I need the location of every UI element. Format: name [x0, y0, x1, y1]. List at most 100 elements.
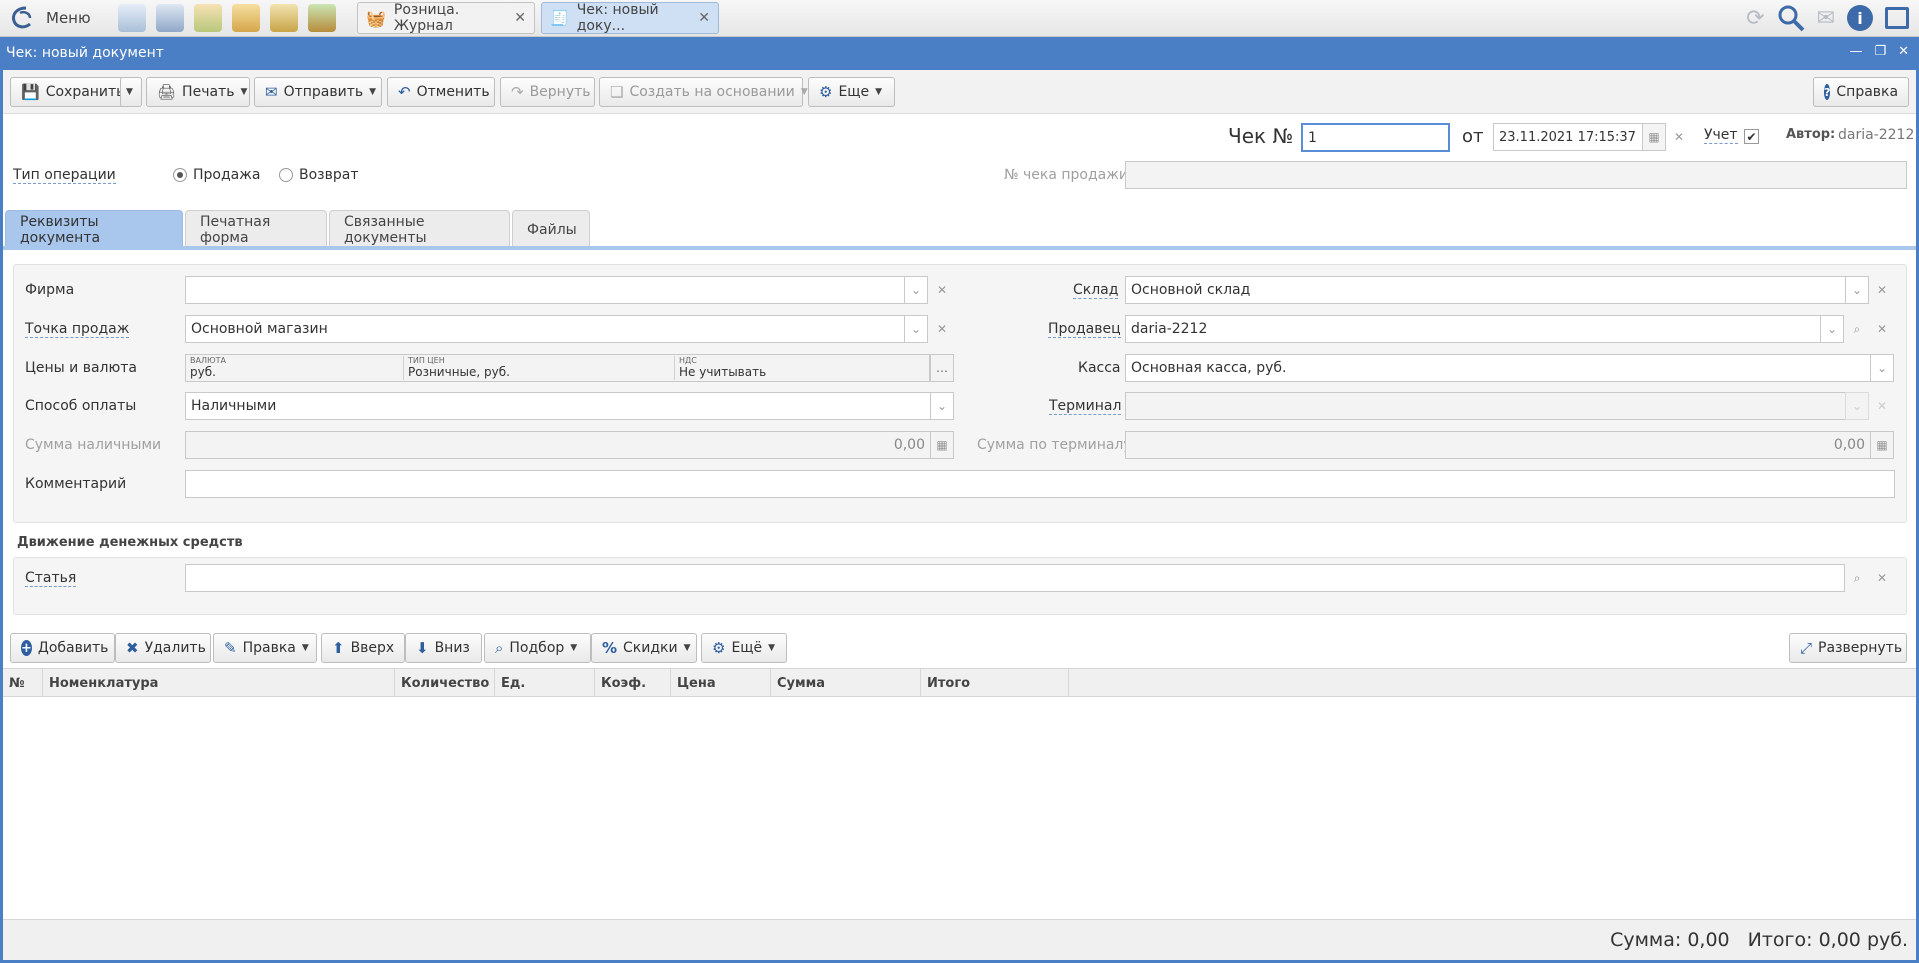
sale-check-input[interactable] — [1125, 161, 1907, 189]
pos-value: Основной магазин — [191, 321, 328, 337]
prices-label: Цены и валюта — [25, 360, 137, 376]
article-input[interactable] — [185, 564, 1845, 592]
task-tab-label: Чек: новый доку... — [576, 2, 659, 34]
receipt-icon: 🧾 — [550, 9, 569, 27]
print-button[interactable]: 🖨 Печать ▼ — [146, 77, 250, 107]
task-tab-new-check[interactable]: 🧾 Чек: новый доку... ✕ — [541, 2, 719, 34]
warehouse-input[interactable]: Основной склад — [1125, 276, 1846, 304]
prices-composite-field[interactable]: ВАЛЮТА руб. ТИП ЦЕН Розничные, руб. НДС … — [185, 354, 930, 382]
payment-dropdown-icon[interactable]: ⌄ — [930, 392, 954, 420]
column-header-quantity[interactable]: Количество — [395, 669, 495, 697]
warehouse-dropdown-icon[interactable]: ⌄ — [1845, 276, 1869, 304]
column-header-number[interactable]: № — [3, 669, 43, 697]
help-button[interactable]: ? Справка — [1813, 77, 1909, 107]
box-icon[interactable] — [232, 4, 260, 32]
cash-sum-input[interactable]: 0,00 — [185, 431, 931, 459]
comment-input[interactable] — [185, 470, 1895, 498]
tab-related-documents[interactable]: Связанные документы — [329, 210, 510, 248]
terminal-sum-input[interactable]: 0,00 — [1125, 431, 1871, 459]
pos-clear-icon[interactable]: ✕ — [930, 315, 954, 343]
account-checkbox[interactable]: ✔ — [1744, 129, 1759, 144]
terminal-clear-icon[interactable]: ✕ — [1870, 392, 1894, 420]
pos-dropdown-icon[interactable]: ⌄ — [904, 315, 928, 343]
cashbox-select[interactable]: Основная касса, руб. — [1125, 354, 1871, 382]
column-header-total[interactable]: Итого — [921, 669, 1069, 697]
firm-dropdown-icon[interactable]: ⌄ — [904, 276, 928, 304]
warehouse-value: Основной склад — [1131, 282, 1251, 298]
seller-clear-icon[interactable]: ✕ — [1870, 315, 1894, 343]
add-row-button[interactable]: + Добавить — [10, 633, 115, 663]
windows-icon[interactable] — [1885, 7, 1909, 29]
seller-input[interactable]: daria-2212 — [1125, 315, 1821, 343]
article-clear-icon[interactable]: ✕ — [1870, 564, 1894, 592]
expand-button[interactable]: ⤢ Развернуть — [1789, 633, 1907, 663]
edit-button[interactable]: ✎ Правка ▼ — [213, 633, 317, 663]
redo-button[interactable]: ↷ Вернуть — [500, 77, 595, 107]
clear-date-icon[interactable]: ✕ — [1667, 123, 1691, 151]
minimize-icon[interactable]: — — [1849, 44, 1862, 59]
move-down-button[interactable]: ⬇ Вниз — [405, 633, 482, 663]
price-type-caption: ТИП ЦЕН — [408, 356, 445, 365]
table-more-button[interactable]: ⚙ Ещё ▼ — [701, 633, 787, 663]
users-icon[interactable] — [194, 4, 222, 32]
close-icon[interactable]: ✕ — [698, 10, 710, 26]
save-dropdown-button[interactable]: ▼ — [120, 77, 142, 107]
firm-input[interactable] — [185, 276, 905, 304]
terminal-sum-label: Сумма по терминалу — [977, 437, 1132, 453]
column-header-unit[interactable]: Ед. — [495, 669, 595, 697]
terminal-input[interactable] — [1125, 392, 1846, 420]
date-input[interactable]: 23.11.2021 17:15:37 — [1493, 123, 1643, 151]
warehouse-clear-icon[interactable]: ✕ — [1870, 276, 1894, 304]
radio-return[interactable]: Возврат — [279, 167, 359, 183]
terminal-dropdown-icon[interactable]: ⌄ — [1845, 392, 1869, 420]
seller-search-icon[interactable]: ⌕ — [1845, 315, 1869, 343]
pos-input[interactable]: Основной магазин — [185, 315, 905, 343]
terminal-label: Терминал — [1049, 398, 1122, 415]
refresh-icon[interactable]: ⟳ — [1746, 6, 1764, 31]
prices-more-icon[interactable]: … — [930, 354, 954, 382]
goods-table-body[interactable] — [3, 697, 1916, 919]
delete-row-button[interactable]: ✖ Удалить — [115, 633, 211, 663]
radio-sale[interactable]: Продажа — [173, 167, 260, 183]
article-search-icon[interactable]: ⌕ — [1845, 564, 1869, 592]
cashbox-dropdown-icon[interactable]: ⌄ — [1870, 354, 1894, 382]
discounts-button[interactable]: % Скидки ▼ — [591, 633, 697, 663]
article-label: Статья — [25, 570, 77, 587]
column-header-coef[interactable]: Коэф. — [595, 669, 671, 697]
more-button[interactable]: ⚙ Еще ▼ — [808, 77, 895, 107]
seller-dropdown-icon[interactable]: ⌄ — [1820, 315, 1844, 343]
mail-icon[interactable]: ✉ — [1817, 6, 1835, 31]
close-window-icon[interactable]: ✕ — [1898, 44, 1909, 59]
close-icon[interactable]: ✕ — [514, 10, 526, 26]
calculator-icon[interactable]: ▦ — [1870, 431, 1894, 459]
move-up-button[interactable]: ⬆ Вверх — [321, 633, 405, 663]
task-tab-retail-journal[interactable]: 🧺 Розница. Журнал ✕ — [357, 2, 535, 34]
tab-print-form[interactable]: Печатная форма — [185, 210, 327, 248]
create-based-button[interactable]: ❏ Создать на основании ▼ — [599, 77, 808, 107]
column-header-nomenclature[interactable]: Номенклатура — [43, 669, 395, 697]
pick-label: Подбор — [509, 640, 565, 656]
main-menu-label: Меню — [46, 9, 91, 27]
column-header-sum[interactable]: Сумма — [771, 669, 921, 697]
column-label: Сумма — [777, 675, 826, 691]
payment-select[interactable]: Наличными — [185, 392, 931, 420]
catalog-icon[interactable] — [156, 4, 184, 32]
cash-icon[interactable] — [118, 4, 146, 32]
calendar-icon[interactable]: ▦ — [1642, 123, 1666, 151]
documents-icon[interactable] — [270, 4, 298, 32]
info-icon[interactable]: i — [1847, 5, 1873, 31]
tab-files[interactable]: Файлы — [512, 210, 590, 248]
firm-clear-icon[interactable]: ✕ — [930, 276, 954, 304]
send-button[interactable]: ✉ Отправить ▼ — [254, 77, 382, 107]
search-icon[interactable] — [1777, 4, 1805, 32]
pick-button[interactable]: ⌕ Подбор ▼ — [484, 633, 591, 663]
column-header-price[interactable]: Цена — [671, 669, 771, 697]
check-number-input[interactable]: 1 — [1301, 123, 1450, 152]
warehouse-icon[interactable] — [308, 4, 336, 32]
calculator-icon[interactable]: ▦ — [930, 431, 954, 459]
tab-label: Печатная форма — [200, 213, 271, 246]
restore-icon[interactable]: ❐ — [1874, 44, 1886, 59]
undo-button[interactable]: ↶ Отменить — [387, 77, 495, 107]
main-menu-button[interactable]: Меню — [8, 3, 91, 33]
tab-document-details[interactable]: Реквизиты документа — [5, 210, 183, 248]
